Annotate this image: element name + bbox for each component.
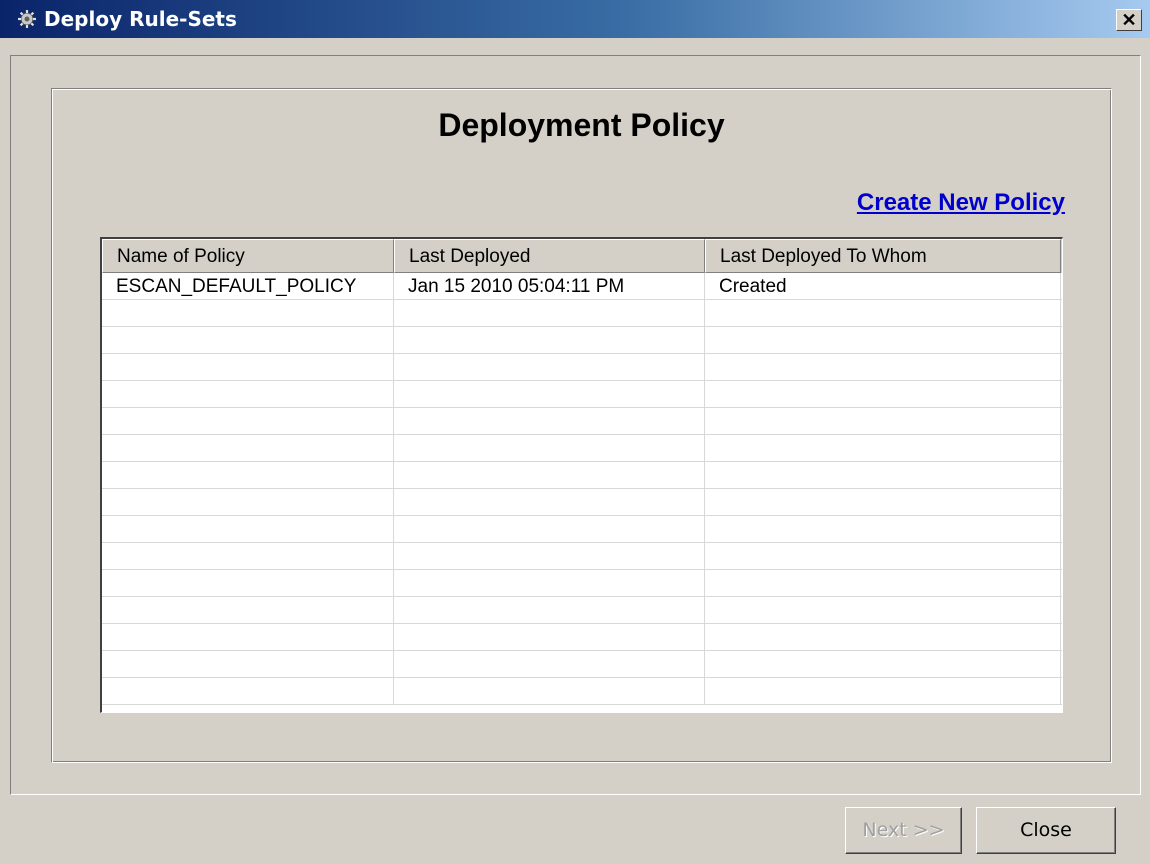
cell-deployed-to [705, 597, 1061, 623]
close-button[interactable]: Close [976, 807, 1116, 854]
policy-table[interactable]: Name of Policy Last Deployed Last Deploy… [100, 237, 1063, 713]
cell-deployed-to [705, 300, 1061, 326]
gear-icon [16, 8, 38, 30]
cell-deployed-to [705, 381, 1061, 407]
cell-deployed-to: Created [705, 273, 1061, 299]
cell-deployed-to [705, 435, 1061, 461]
table-row[interactable] [102, 462, 1062, 489]
cell-policy-name [102, 408, 394, 434]
cell-last-deployed [394, 678, 705, 704]
cell-last-deployed [394, 624, 705, 650]
table-row[interactable] [102, 570, 1062, 597]
table-row[interactable] [102, 381, 1062, 408]
cell-policy-name [102, 516, 394, 542]
table-row[interactable] [102, 408, 1062, 435]
cell-deployed-to [705, 516, 1061, 542]
close-window-button[interactable]: ✕ [1116, 9, 1142, 31]
cell-deployed-to [705, 678, 1061, 704]
create-new-policy-link[interactable]: Create New Policy [857, 189, 1065, 217]
table-row[interactable] [102, 327, 1062, 354]
cell-last-deployed [394, 489, 705, 515]
cell-policy-name [102, 678, 394, 704]
cell-policy-name [102, 489, 394, 515]
table-row[interactable] [102, 624, 1062, 651]
cell-last-deployed [394, 651, 705, 677]
cell-policy-name [102, 435, 394, 461]
cell-last-deployed [394, 408, 705, 434]
cell-deployed-to [705, 489, 1061, 515]
window-title: Deploy Rule-Sets [44, 7, 237, 31]
cell-policy-name [102, 570, 394, 596]
cell-policy-name [102, 381, 394, 407]
table-row[interactable] [102, 516, 1062, 543]
cell-deployed-to [705, 327, 1061, 353]
cell-last-deployed [394, 462, 705, 488]
cell-policy-name [102, 651, 394, 677]
cell-last-deployed: Jan 15 2010 05:04:11 PM [394, 273, 705, 299]
table-row[interactable]: ESCAN_DEFAULT_POLICY Jan 15 2010 05:04:11… [102, 273, 1062, 300]
table-row[interactable] [102, 678, 1062, 705]
cell-policy-name [102, 543, 394, 569]
cell-last-deployed [394, 300, 705, 326]
cell-policy-name [102, 300, 394, 326]
table-header: Name of Policy Last Deployed Last Deploy… [102, 239, 1062, 273]
cell-policy-name [102, 327, 394, 353]
page-title: Deployment Policy [438, 107, 725, 143]
column-header-name[interactable]: Name of Policy [102, 239, 394, 273]
table-row[interactable] [102, 651, 1062, 678]
close-icon: ✕ [1121, 10, 1137, 30]
cell-policy-name [102, 462, 394, 488]
cell-deployed-to [705, 462, 1061, 488]
column-header-last-deployed[interactable]: Last Deployed [394, 239, 705, 273]
cell-last-deployed [394, 435, 705, 461]
table-row[interactable] [102, 354, 1062, 381]
cell-deployed-to [705, 651, 1061, 677]
title-bar[interactable]: Deploy Rule-Sets ✕ [0, 0, 1150, 38]
cell-deployed-to [705, 408, 1061, 434]
cell-policy-name [102, 354, 394, 380]
cell-policy-name [102, 624, 394, 650]
cell-deployed-to [705, 570, 1061, 596]
cell-last-deployed [394, 327, 705, 353]
table-row[interactable] [102, 597, 1062, 624]
table-row[interactable] [102, 489, 1062, 516]
cell-last-deployed [394, 381, 705, 407]
cell-deployed-to [705, 543, 1061, 569]
table-row[interactable] [102, 300, 1062, 327]
table-row[interactable] [102, 435, 1062, 462]
cell-last-deployed [394, 516, 705, 542]
table-body: ESCAN_DEFAULT_POLICY Jan 15 2010 05:04:11… [102, 273, 1062, 705]
cell-policy-name: ESCAN_DEFAULT_POLICY [102, 273, 394, 299]
column-header-deployed-to[interactable]: Last Deployed To Whom [705, 239, 1061, 273]
cell-last-deployed [394, 597, 705, 623]
table-row[interactable] [102, 543, 1062, 570]
cell-deployed-to [705, 354, 1061, 380]
next-button[interactable]: Next >> [845, 807, 962, 854]
cell-policy-name [102, 597, 394, 623]
cell-last-deployed [394, 354, 705, 380]
cell-last-deployed [394, 570, 705, 596]
cell-deployed-to [705, 624, 1061, 650]
cell-last-deployed [394, 543, 705, 569]
